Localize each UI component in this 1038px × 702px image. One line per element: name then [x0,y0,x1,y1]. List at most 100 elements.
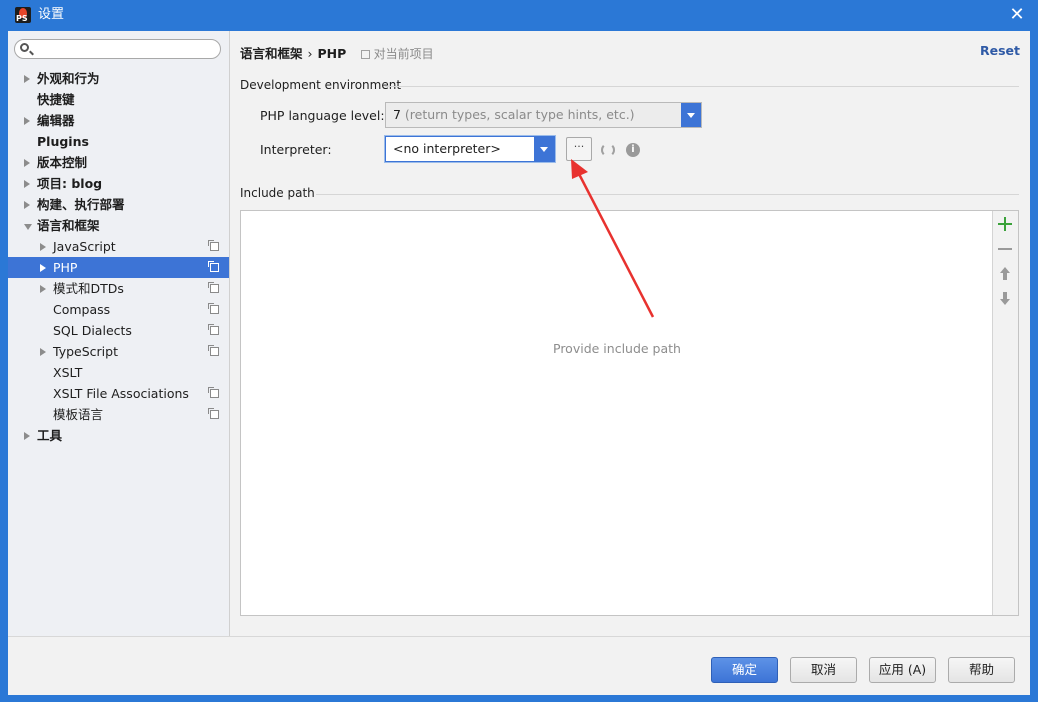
sidebar-item[interactable]: Plugins [8,131,229,152]
chevron-right-icon[interactable] [24,159,30,167]
sidebar-item[interactable]: SQL Dialects [8,320,229,341]
project-scope-icon [208,240,219,251]
sidebar-item-label: 版本控制 [37,155,88,170]
dialog-body: 外观和行为 快捷键 编辑器 Plugins 版本控制 项目: blog 构建、执行部署 语言和… [8,31,1030,695]
sidebar-item-label: JavaScript [53,239,116,254]
sidebar-item-label: XSLT [53,365,83,380]
project-scope-icon [208,324,219,335]
project-scope-icon [208,345,219,356]
sidebar-item-label: 模板语言 [53,407,104,422]
settings-sidebar: 外观和行为快捷键编辑器 Plugins 版本控制项目: blog 构建、执行部署 语言和… [8,31,230,636]
sidebar-item-label: Compass [53,302,111,317]
sidebar-item[interactable]: XSLT [8,362,229,383]
project-scope-icon [208,303,219,314]
dev-env-section-title: Development environment [240,78,402,92]
remove-icon[interactable] [998,242,1012,256]
chevron-down-icon[interactable] [681,103,701,127]
sidebar-item-label: XSLT File Associations [53,386,189,401]
breadcrumb-separator: › [307,46,313,61]
include-path-empty-text: Provide include path [553,341,681,356]
sidebar-item[interactable]: TypeScript [8,341,229,362]
sidebar-item[interactable]: XSLT File Associations [8,383,229,404]
sidebar-item[interactable]: Compass [8,299,229,320]
search-input[interactable] [35,41,219,59]
chevron-right-icon[interactable] [40,348,46,356]
chevron-right-icon[interactable] [40,243,46,251]
sidebar-item[interactable]: JavaScript [8,236,229,257]
include-path-section-title: Include path [240,186,315,200]
sidebar-item-label: 模式和DTDs [53,281,124,296]
chevron-right-icon[interactable] [40,264,46,272]
chevron-right-icon[interactable] [24,75,30,83]
ok-button[interactable]: 确定 [711,657,778,683]
sidebar-item[interactable]: PHP [8,257,229,278]
php-level-hint: (return types, scalar type hints, etc.) [400,107,635,122]
sidebar-item[interactable]: 模板语言 [8,404,229,425]
title-bar[interactable]: PS 设置 ✕ [0,0,1038,31]
cancel-button[interactable]: 取消 [790,657,857,683]
php-level-label: PHP language level: [260,108,385,123]
include-path-list[interactable]: Provide include path [240,210,1019,616]
sidebar-item[interactable]: 构建、执行部署 [8,194,229,215]
php-level-value: 7 (return types, scalar type hints, etc.… [393,103,635,127]
sidebar-item-label: 项目: blog [37,176,103,191]
sidebar-item-label: 工具 [37,428,63,443]
settings-tree: 外观和行为快捷键编辑器 Plugins 版本控制项目: blog 构建、执行部署 语言和… [8,68,229,446]
interpreter-browse-button[interactable]: ··· [566,137,592,161]
sidebar-item-label: 编辑器 [37,113,75,128]
refresh-icon[interactable] [601,143,615,157]
project-scope-icon [208,408,219,419]
project-scope-icon [208,387,219,398]
help-button[interactable]: 帮助 [948,657,1015,683]
info-icon[interactable]: i [626,143,640,157]
chevron-right-icon[interactable] [40,285,46,293]
sidebar-item[interactable]: 外观和行为 [8,68,229,89]
sidebar-item-label: TypeScript [53,344,118,359]
sidebar-item[interactable]: 工具 [8,425,229,446]
apply-button[interactable]: 应用 (A) [869,657,936,683]
sidebar-item-label: 快捷键 [37,92,75,107]
add-icon[interactable] [998,217,1012,231]
sidebar-item[interactable]: 项目: blog [8,173,229,194]
include-path-toolbar [992,211,1018,615]
sidebar-item-label: 语言和框架 [37,218,100,233]
chevron-right-icon[interactable] [24,432,30,440]
sidebar-item-label: 构建、执行部署 [37,197,125,212]
close-button[interactable]: ✕ [1008,6,1026,24]
interpreter-dropdown[interactable]: <no interpreter> [385,136,555,162]
settings-window: PS 设置 ✕ 外观和行为快捷键编辑器 Plugins 版本控制项目: blog 构建… [0,0,1038,702]
project-scope-icon [208,261,219,272]
sidebar-item[interactable]: 编辑器 [8,110,229,131]
chevron-down-icon[interactable] [534,137,554,161]
sidebar-item-label: Plugins [37,134,89,149]
move-down-icon[interactable] [998,292,1012,306]
chevron-right-icon[interactable] [24,180,30,188]
sidebar-item-label: 外观和行为 [37,71,100,86]
sidebar-item-label: SQL Dialects [53,323,132,338]
breadcrumb-parent: 语言和框架 [240,46,303,61]
move-up-icon[interactable] [998,267,1012,281]
breadcrumb: 语言和框架 › PHP 对当前项目 [240,43,434,62]
chevron-down-icon[interactable] [24,224,32,230]
phpstorm-logo-icon: PS [15,7,31,23]
php-level-dropdown[interactable]: 7 (return types, scalar type hints, etc.… [385,102,702,128]
sidebar-item[interactable]: 模式和DTDs [8,278,229,299]
sidebar-item[interactable]: 版本控制 [8,152,229,173]
scope-hint: 对当前项目 [360,47,434,61]
window-title: 设置 [38,7,65,22]
sidebar-item[interactable]: 语言和框架 [8,215,229,236]
project-scope-icon [208,282,219,293]
interpreter-label: Interpreter: [260,142,332,157]
chevron-right-icon[interactable] [24,201,30,209]
reset-link[interactable]: Reset [980,43,1020,58]
search-box[interactable] [14,39,221,59]
php-level-version: 7 [393,107,401,122]
php-settings-panel: 语言和框架 › PHP 对当前项目 Reset Development enviro… [230,31,1030,636]
scope-label: 对当前项目 [373,47,434,61]
sidebar-item-label: PHP [53,260,78,275]
sidebar-item[interactable]: 快捷键 [8,89,229,110]
dev-env-divider [385,86,1019,87]
chevron-right-icon[interactable] [24,117,30,125]
interpreter-value: <no interpreter> [393,141,501,156]
breadcrumb-current: PHP [317,46,347,61]
